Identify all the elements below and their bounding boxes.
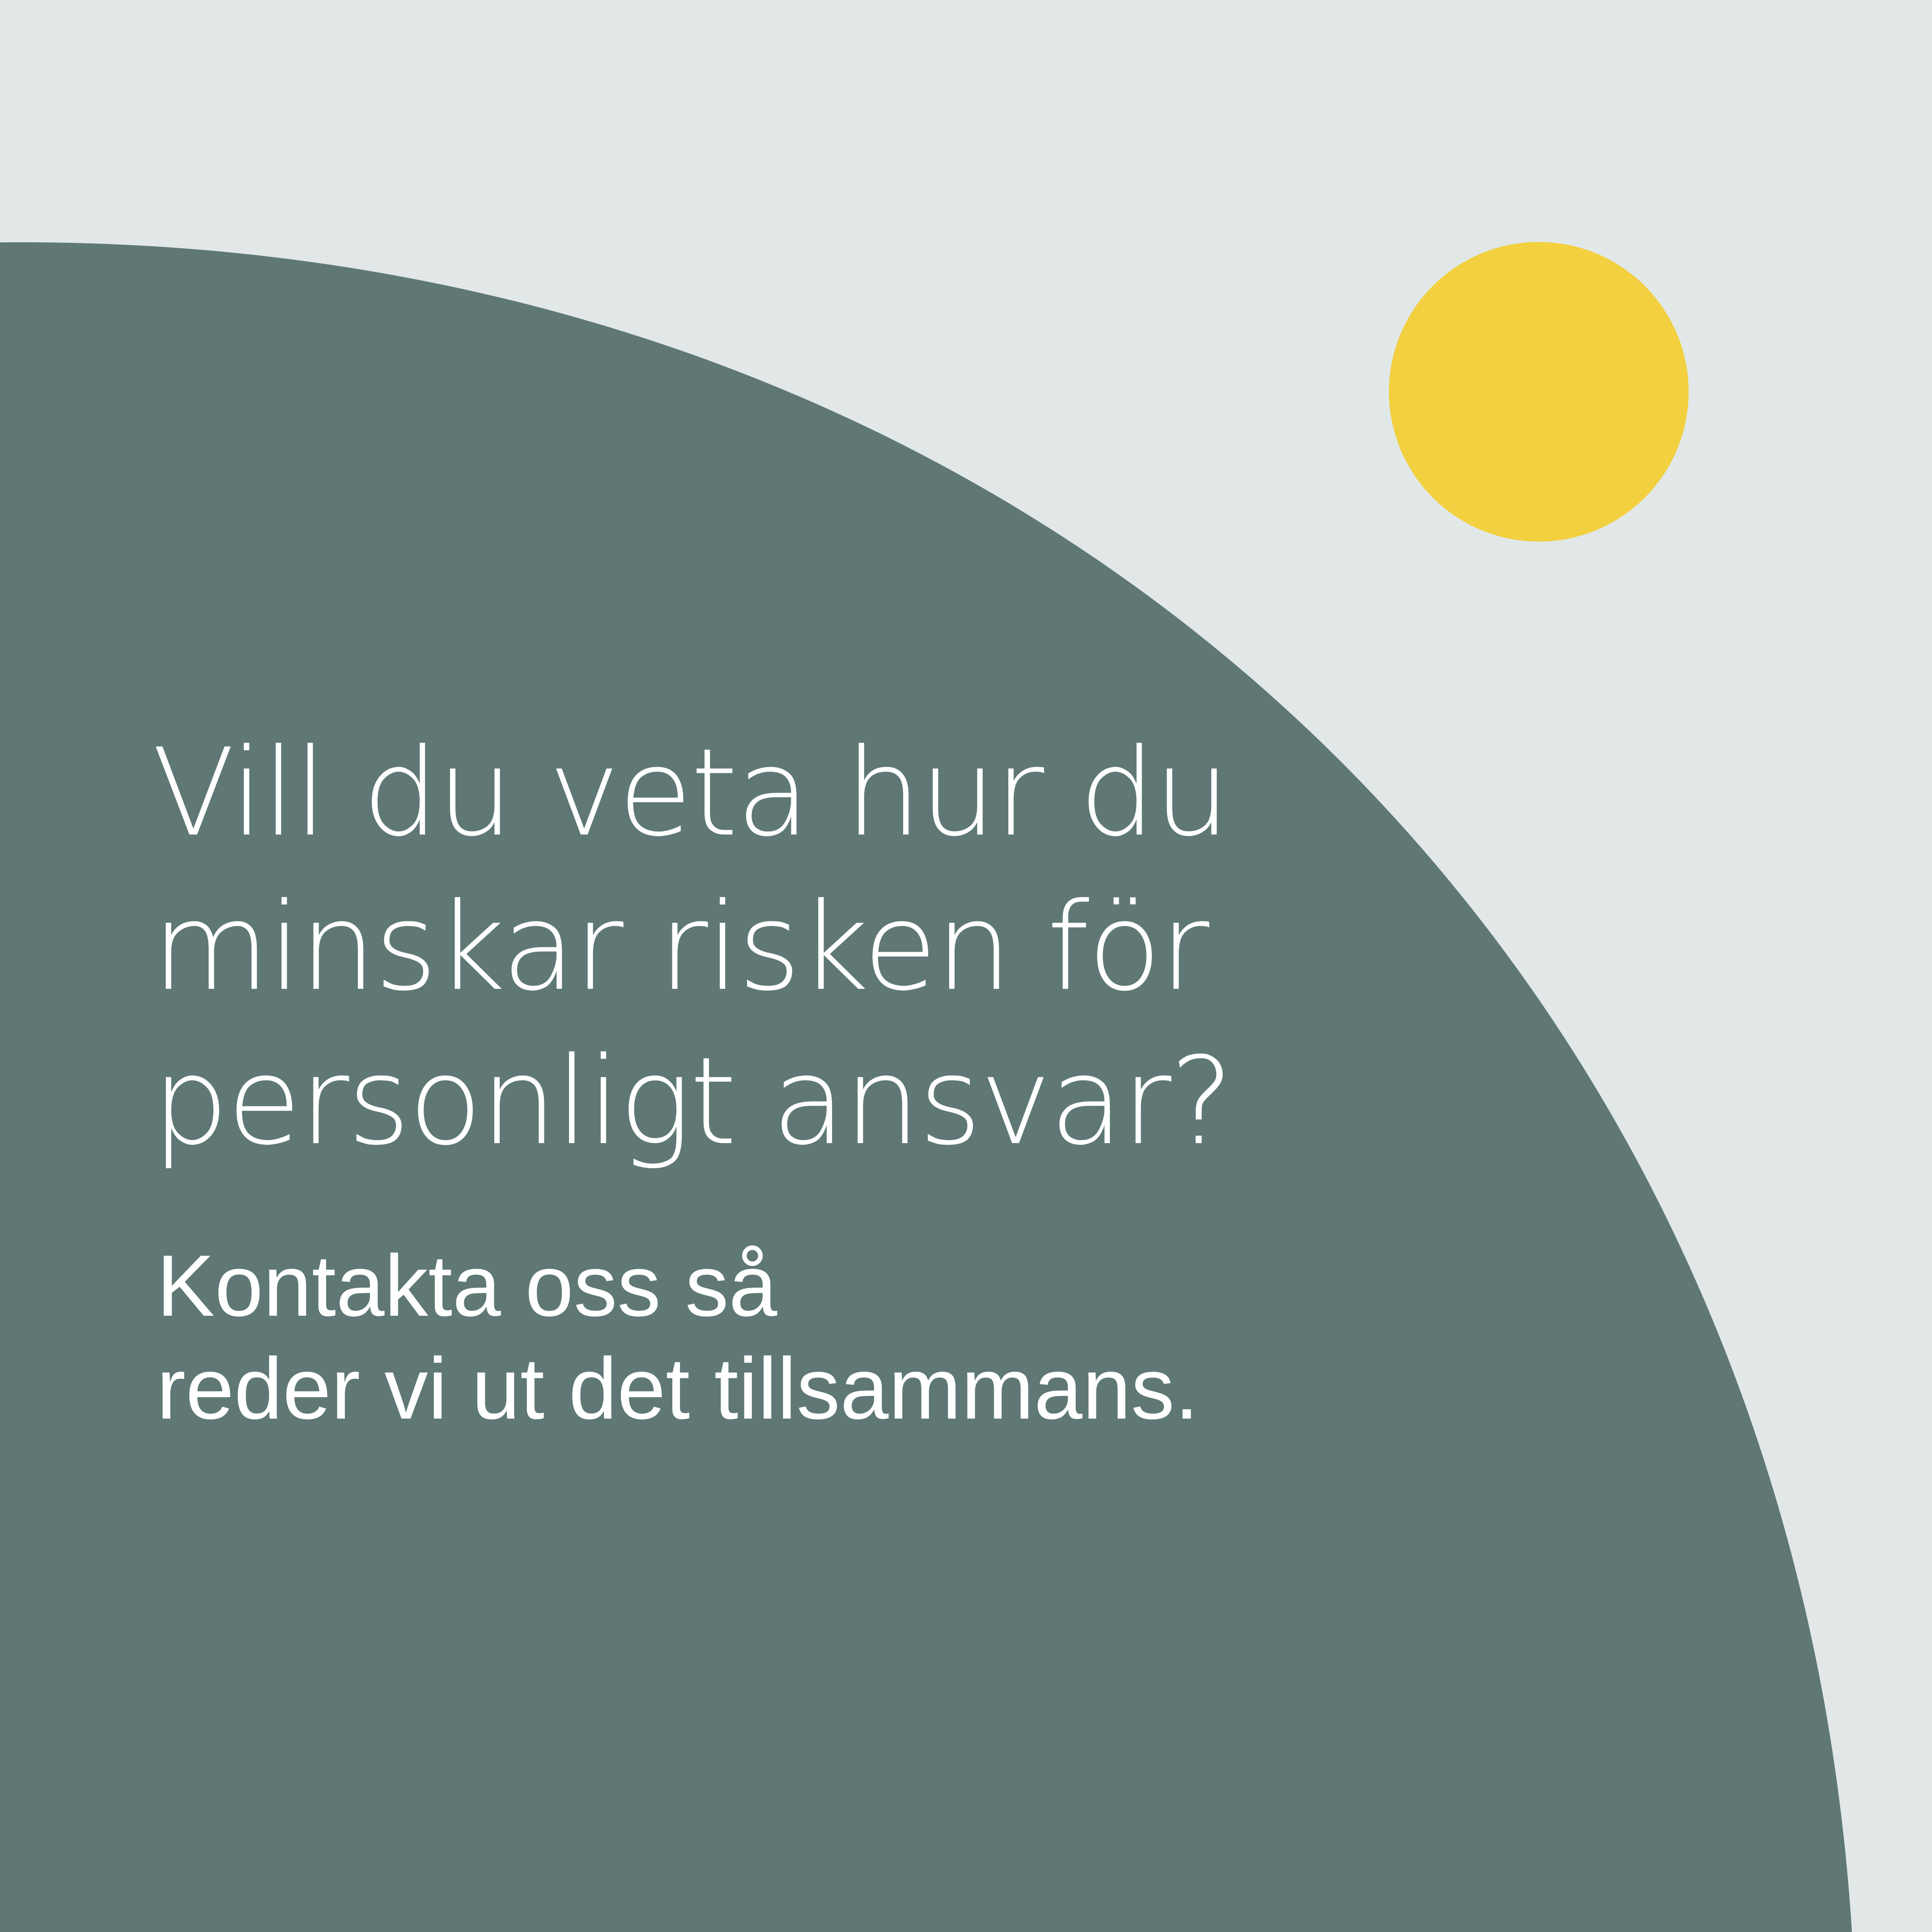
contact-line-2: reder vi ut det tillsammans.: [157, 1340, 1199, 1437]
headline-line-2: minskar risken för: [152, 877, 1209, 1017]
yellow-sun-circle: [1389, 242, 1689, 542]
contact-line-1: Kontakta oss så: [157, 1237, 777, 1335]
headline-line-1: Vill du veta hur du: [152, 722, 1231, 863]
headline-question: Vill du veta hur du minskar risken för p…: [152, 716, 1405, 1178]
contact-message: Kontakta oss så reder vi ut det tillsamm…: [157, 1234, 1320, 1440]
headline-line-3: personligt ansvar?: [152, 1031, 1234, 1172]
graphic-canvas: Vill du veta hur du minskar risken för p…: [0, 0, 1932, 1932]
